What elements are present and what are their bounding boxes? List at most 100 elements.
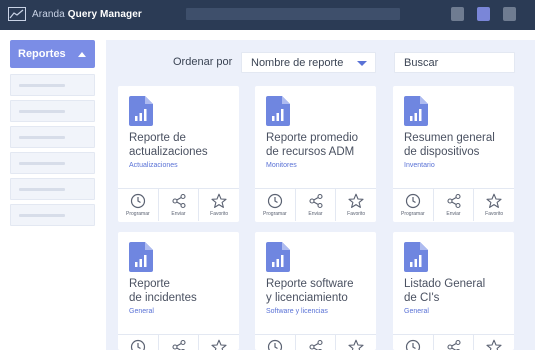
sidebar-item-reportes[interactable]: Reportes	[10, 40, 95, 68]
favorite-label: Favorito	[347, 211, 366, 217]
report-title[interactable]: Reporte de incidentes	[129, 277, 235, 305]
send-label: Enviar	[446, 211, 461, 217]
report-card[interactable]: Reporte de incidentes General Programar	[118, 232, 239, 350]
sidebar-subitem[interactable]	[10, 152, 95, 174]
sort-select-value: Nombre de reporte	[251, 57, 344, 69]
clock-icon	[405, 339, 420, 350]
schedule-label: Programar	[263, 211, 287, 217]
report-title-line-1: Reporte	[129, 278, 170, 290]
card-actions: Programar Enviar Favorito	[118, 188, 239, 221]
schedule-button[interactable]: Programar	[255, 189, 296, 221]
report-category[interactable]: General	[404, 308, 429, 315]
sidebar: Reportes	[0, 30, 106, 350]
send-button[interactable]: Enviar	[296, 189, 337, 221]
favorite-label: Favorito	[485, 211, 504, 217]
send-label: Enviar	[171, 211, 186, 217]
star-icon	[348, 339, 364, 350]
report-title-line-1: Listado General	[404, 278, 486, 290]
card-actions: Programar Enviar Favorito	[255, 188, 376, 221]
sidebar-subitem[interactable]	[10, 74, 95, 96]
schedule-label: Programar	[401, 211, 425, 217]
search-input[interactable]	[395, 53, 514, 72]
sidebar-subitem[interactable]	[10, 126, 95, 148]
star-icon	[211, 339, 227, 350]
top-action-button-3[interactable]	[503, 7, 516, 21]
sidebar-subitem[interactable]	[10, 100, 95, 122]
star-icon	[486, 193, 502, 208]
sort-label: Ordenar por	[173, 56, 233, 68]
caret-down-icon	[357, 61, 367, 66]
send-button[interactable]: Enviar	[159, 335, 200, 350]
report-category[interactable]: Inventario	[404, 162, 435, 169]
send-button[interactable]: Enviar	[159, 189, 200, 221]
share-icon	[308, 193, 323, 209]
top-bar: Aranda Query Manager	[0, 0, 535, 30]
favorite-button[interactable]: Favorito	[199, 189, 239, 221]
report-category[interactable]: Monitores	[266, 162, 297, 169]
document-chart-icon	[129, 242, 153, 272]
favorite-button[interactable]: Favorito	[336, 335, 376, 350]
share-icon	[446, 339, 461, 350]
schedule-button[interactable]: Programar	[118, 335, 159, 350]
schedule-button[interactable]: Programar	[118, 189, 159, 221]
send-button[interactable]: Enviar	[434, 335, 475, 350]
clock-icon	[130, 339, 145, 350]
caret-up-icon	[78, 51, 86, 57]
document-chart-icon	[404, 242, 428, 272]
favorite-button[interactable]: Favorito	[474, 189, 514, 221]
document-chart-icon	[266, 96, 290, 126]
send-button[interactable]: Enviar	[296, 335, 337, 350]
top-action-button-2[interactable]	[477, 7, 490, 21]
report-card[interactable]: Reporte software y licenciamiento Softwa…	[255, 232, 376, 350]
top-action-button-1[interactable]	[451, 7, 464, 21]
report-category[interactable]: Actualizaciones	[129, 162, 178, 169]
placeholder-text	[19, 136, 65, 139]
send-button[interactable]: Enviar	[434, 189, 475, 221]
report-title-line-1: Reporte de	[129, 132, 186, 144]
report-card[interactable]: Listado General de CI's General Programa…	[393, 232, 514, 350]
search-box[interactable]	[394, 52, 515, 73]
report-title[interactable]: Reporte de actualizaciones	[129, 131, 235, 159]
favorite-label: Favorito	[210, 211, 229, 217]
brand-name: Aranda Query Manager	[32, 8, 142, 20]
sidebar-subitem[interactable]	[10, 204, 95, 226]
clock-icon	[130, 193, 145, 209]
report-title-line-2: de recursos ADM	[266, 146, 355, 158]
schedule-button[interactable]: Programar	[393, 189, 434, 221]
star-icon	[348, 193, 364, 208]
placeholder-text	[19, 188, 65, 191]
report-title[interactable]: Listado General de CI's	[404, 277, 510, 305]
report-title[interactable]: Resumen general de dispositivos	[404, 131, 510, 159]
report-title-line-2: y licenciamiento	[266, 292, 348, 304]
favorite-button[interactable]: Favorito	[336, 189, 376, 221]
star-icon	[211, 193, 227, 208]
report-title-line-2: de dispositivos	[404, 146, 480, 158]
sidebar-subitem[interactable]	[10, 178, 95, 200]
share-icon	[308, 339, 323, 350]
report-card[interactable]: Reporte de actualizaciones Actualizacion…	[118, 86, 239, 222]
report-card[interactable]: Reporte promedio de recursos ADM Monitor…	[255, 86, 376, 222]
report-card[interactable]: Resumen general de dispositivos Inventar…	[393, 86, 514, 222]
card-actions: Programar Enviar Favorito	[393, 334, 514, 350]
report-title[interactable]: Reporte software y licenciamiento	[266, 277, 372, 305]
share-icon	[171, 339, 186, 350]
document-chart-icon	[129, 96, 153, 126]
schedule-button[interactable]: Programar	[255, 335, 296, 350]
top-search-bar[interactable]	[186, 8, 400, 20]
report-title-line-1: Reporte promedio	[266, 132, 359, 144]
placeholder-text	[19, 110, 65, 113]
sort-select[interactable]: Nombre de reporte	[241, 52, 376, 73]
placeholder-text	[19, 162, 65, 165]
schedule-button[interactable]: Programar	[393, 335, 434, 350]
report-title-line-2: actualizaciones	[129, 146, 208, 158]
sidebar-header-label: Reportes	[18, 48, 66, 60]
card-actions: Programar Enviar Favorito	[255, 334, 376, 350]
brand[interactable]: Aranda Query Manager	[8, 7, 142, 21]
report-category[interactable]: Software y licencias	[266, 308, 328, 315]
favorite-button[interactable]: Favorito	[474, 335, 514, 350]
card-actions: Programar Enviar Favorito	[118, 334, 239, 350]
favorite-button[interactable]: Favorito	[199, 335, 239, 350]
document-chart-icon	[404, 96, 428, 126]
report-category[interactable]: General	[129, 308, 154, 315]
report-title[interactable]: Reporte promedio de recursos ADM	[266, 131, 372, 159]
